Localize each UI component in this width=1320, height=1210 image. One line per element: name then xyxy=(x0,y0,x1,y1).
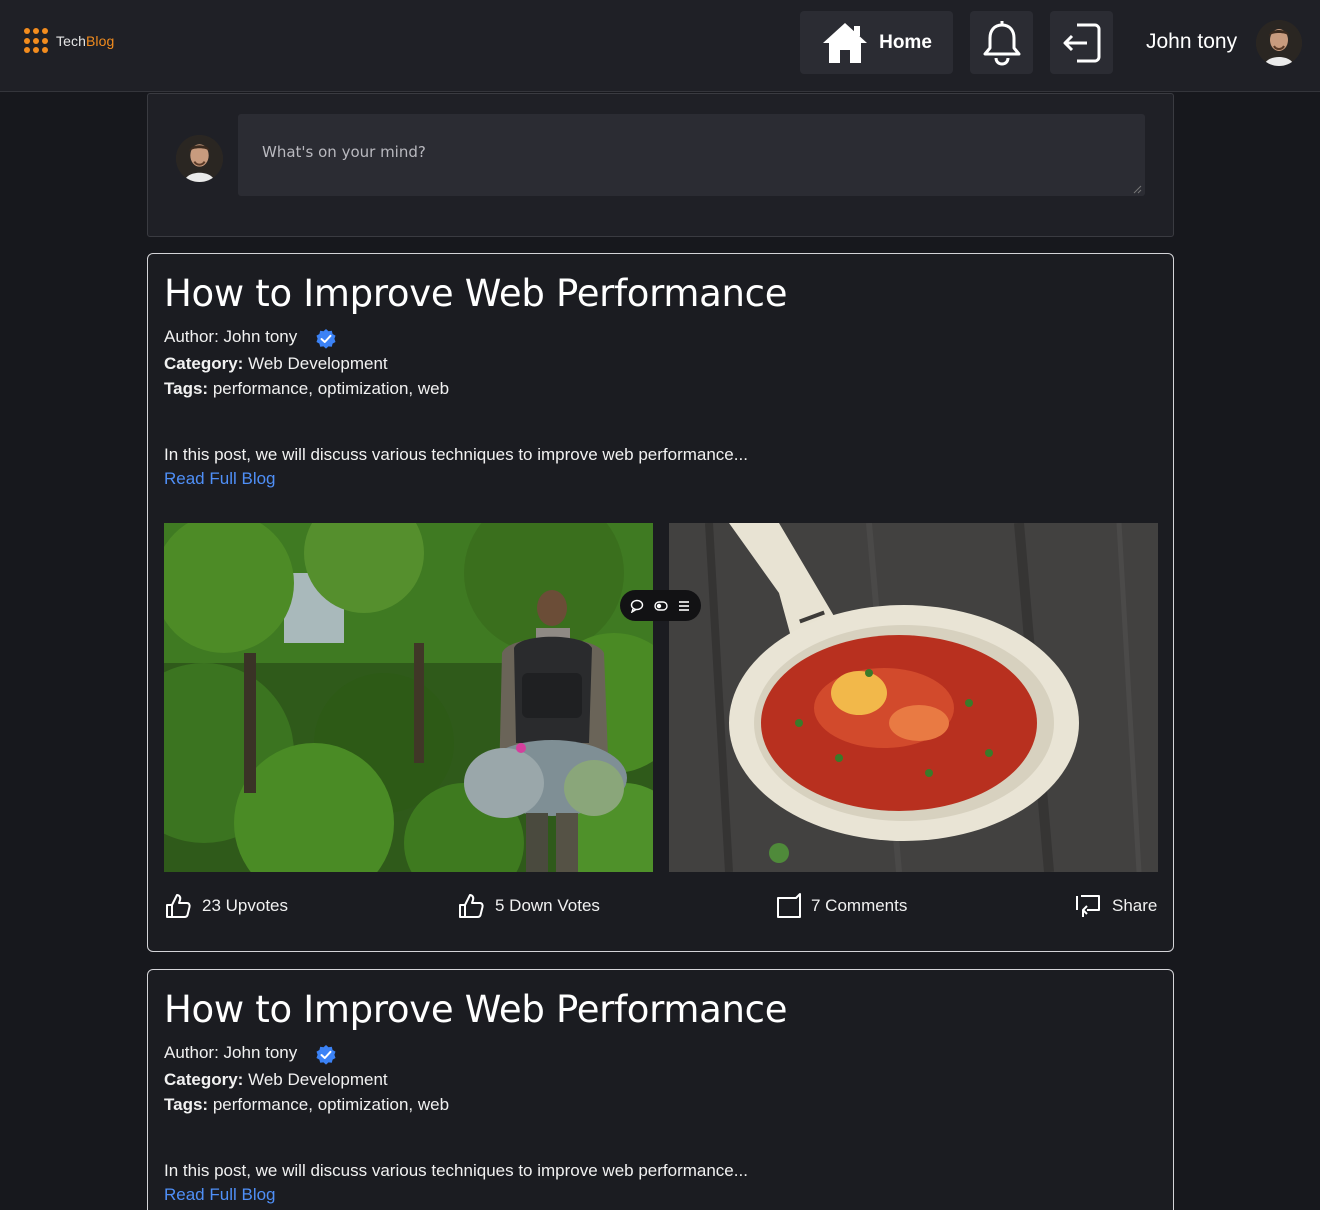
thumbs-down-icon xyxy=(459,894,484,918)
upvote-count: 23 Upvotes xyxy=(202,896,288,915)
post-image-hiker-forest[interactable] xyxy=(164,523,653,872)
post-tags: Tags: performance, optimization, web xyxy=(164,379,450,398)
post-title[interactable]: How to Improve Web Performance xyxy=(164,272,787,315)
chat-bubble-icon[interactable] xyxy=(630,599,644,613)
comments-button[interactable]: 7 Comments xyxy=(775,892,907,920)
verified-badge-icon xyxy=(316,1045,336,1065)
read-full-blog-link[interactable]: Read Full Blog xyxy=(164,1185,276,1205)
post-tags: Tags: performance, optimization, web xyxy=(164,1095,450,1114)
blog-post-card: How to Improve Web Performance Author: J… xyxy=(147,969,1174,1210)
home-button[interactable]: Home xyxy=(800,11,953,74)
menu-lines-icon[interactable] xyxy=(677,599,691,613)
post-excerpt: In this post, we will discuss various te… xyxy=(164,1161,748,1180)
share-icon xyxy=(1076,895,1100,917)
post-composer xyxy=(147,93,1174,237)
notifications-button[interactable] xyxy=(970,11,1033,74)
logo-grid-icon xyxy=(24,28,50,54)
post-image-tomato-dish[interactable] xyxy=(669,523,1158,872)
bell-icon xyxy=(983,20,1020,66)
composer-avatar xyxy=(176,135,223,182)
author-text: Author: John tony xyxy=(164,327,298,346)
post-category: Category: Web Development xyxy=(164,1070,388,1089)
top-navbar: TechBlog Home John tony xyxy=(0,0,1320,92)
brand-logo[interactable]: TechBlog xyxy=(24,28,114,54)
image-overlay-toolbar xyxy=(620,590,701,621)
home-label: Home xyxy=(879,31,932,53)
comment-icon xyxy=(777,893,801,918)
logout-icon xyxy=(1063,23,1100,62)
logout-button[interactable] xyxy=(1050,11,1113,74)
read-full-blog-link[interactable]: Read Full Blog xyxy=(164,469,276,489)
post-excerpt: In this post, we will discuss various te… xyxy=(164,445,748,464)
verified-badge-icon xyxy=(316,329,336,349)
post-author: Author: John tony xyxy=(164,1040,337,1066)
post-composer-input[interactable] xyxy=(238,114,1145,196)
comments-count: 7 Comments xyxy=(811,896,908,915)
user-avatar[interactable] xyxy=(1256,20,1302,66)
author-text: Author: John tony xyxy=(164,1043,298,1062)
toggle-icon[interactable] xyxy=(653,599,668,613)
post-category: Category: Web Development xyxy=(164,354,388,373)
downvote-button[interactable]: 5 Down Votes xyxy=(457,892,600,920)
downvote-count: 5 Down Votes xyxy=(495,896,600,915)
post-author: Author: John tony xyxy=(164,324,337,350)
brand-name: TechBlog xyxy=(56,33,115,49)
post-title[interactable]: How to Improve Web Performance xyxy=(164,988,787,1031)
thumbs-up-icon xyxy=(166,894,191,918)
user-name[interactable]: John tony xyxy=(1146,30,1237,54)
upvote-button[interactable]: 23 Upvotes xyxy=(164,892,288,920)
share-button[interactable]: Share xyxy=(1074,892,1157,920)
share-label: Share xyxy=(1112,896,1158,915)
home-icon xyxy=(823,22,868,63)
